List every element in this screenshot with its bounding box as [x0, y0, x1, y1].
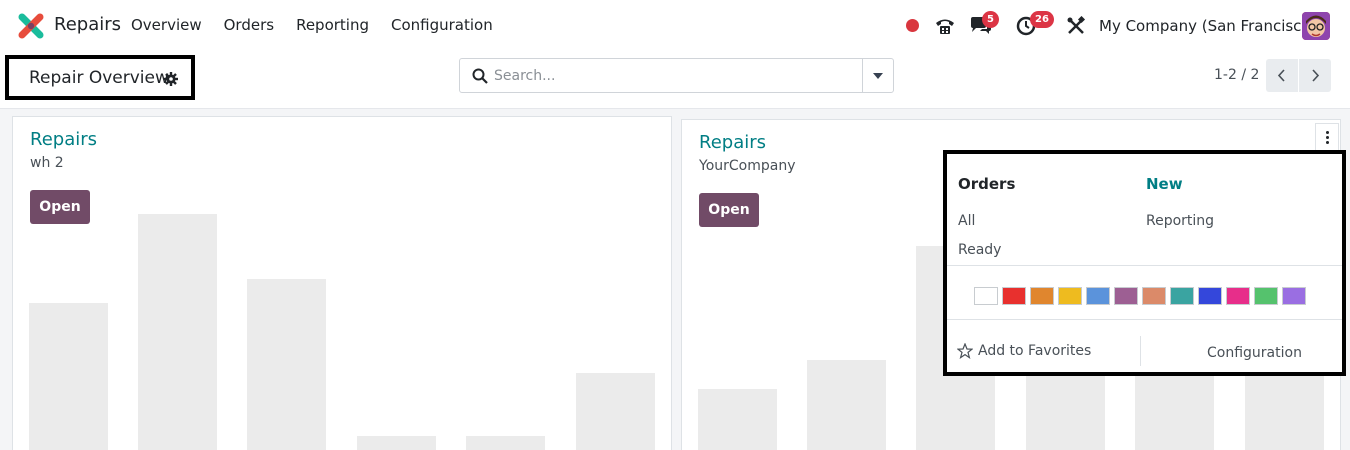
graph-bar — [29, 303, 108, 450]
color-swatch-0[interactable] — [974, 287, 998, 305]
color-swatch-2[interactable] — [1030, 287, 1054, 305]
color-swatch-7[interactable] — [1170, 287, 1194, 305]
card-title[interactable]: Repairs — [30, 129, 97, 150]
graph-bar — [138, 214, 217, 450]
chevron-left-icon — [1277, 69, 1285, 82]
color-swatch-9[interactable] — [1226, 287, 1250, 305]
menu-item-orders[interactable]: Orders — [224, 16, 274, 34]
color-picker — [974, 287, 1306, 305]
search-input[interactable] — [494, 59, 854, 92]
configuration-link[interactable]: Configuration — [1207, 345, 1302, 361]
reporting-link[interactable]: Reporting — [1146, 213, 1214, 229]
card-dropdown-menu: Orders New All Ready Reporting Add to Fa… — [943, 150, 1346, 376]
open-button[interactable]: Open — [699, 193, 759, 227]
graph-bar — [576, 372, 655, 450]
card-menu-button[interactable] — [1315, 123, 1339, 151]
repairs-app-logo[interactable] — [18, 13, 44, 39]
card-subtitle: wh 2 — [30, 155, 64, 171]
graph-bar — [698, 388, 777, 450]
color-swatch-5[interactable] — [1114, 287, 1138, 305]
search-options-toggle[interactable] — [862, 59, 893, 92]
divider — [1140, 336, 1141, 366]
divider — [947, 265, 1342, 266]
card-title[interactable]: Repairs — [699, 132, 766, 153]
graph-bar — [466, 435, 545, 450]
favorites-label: Add to Favorites — [978, 343, 1092, 359]
color-swatch-8[interactable] — [1198, 287, 1222, 305]
graph-bar — [357, 435, 436, 450]
menu-item-overview[interactable]: Overview — [131, 16, 202, 34]
orders-all-link[interactable]: All — [958, 213, 975, 229]
breadcrumb-title-box: Repair Overview — [5, 55, 195, 100]
chevron-right-icon — [1312, 69, 1320, 82]
color-swatch-1[interactable] — [1002, 287, 1026, 305]
activity-count-badge: 26 — [1030, 11, 1054, 28]
graph-bar — [807, 359, 886, 450]
user-avatar[interactable] — [1302, 12, 1330, 40]
color-swatch-4[interactable] — [1086, 287, 1110, 305]
divider — [947, 319, 1342, 320]
top-navbar: Repairs Overview Orders Reporting Config… — [0, 0, 1350, 52]
search-icon — [472, 68, 488, 84]
pager-next-button[interactable] — [1299, 59, 1331, 92]
pager-previous-button[interactable] — [1266, 59, 1298, 92]
color-swatch-6[interactable] — [1142, 287, 1166, 305]
color-swatch-11[interactable] — [1282, 287, 1306, 305]
color-swatch-3[interactable] — [1058, 287, 1082, 305]
gear-icon[interactable] — [164, 72, 178, 86]
page-title: Repair Overview — [29, 68, 169, 88]
open-button[interactable]: Open — [30, 190, 90, 224]
pager-value[interactable]: 1-2 / 2 — [1214, 67, 1259, 83]
repair-type-card: Repairs wh 2 Open — [12, 116, 672, 450]
graph-bar — [247, 278, 326, 450]
tools-icon[interactable] — [1066, 16, 1086, 36]
main-menu: Overview Orders Reporting Configuration — [131, 16, 493, 34]
phone-icon[interactable] — [934, 15, 956, 37]
chat-count-badge: 5 — [982, 11, 999, 28]
menu-item-configuration[interactable]: Configuration — [391, 16, 493, 34]
menu-item-reporting[interactable]: Reporting — [296, 16, 369, 34]
color-swatch-10[interactable] — [1254, 287, 1278, 305]
orders-ready-link[interactable]: Ready — [958, 242, 1001, 258]
status-dot-icon[interactable] — [906, 19, 919, 32]
star-icon — [957, 343, 973, 359]
add-to-favorites-button[interactable]: Add to Favorites — [957, 343, 1091, 359]
card-subtitle: YourCompany — [699, 158, 796, 174]
orders-section-title: Orders — [958, 175, 1016, 193]
app-name[interactable]: Repairs — [54, 14, 121, 35]
new-section-title[interactable]: New — [1146, 175, 1183, 193]
company-switcher[interactable]: My Company (San Francisco) — [1099, 17, 1316, 35]
search-bar — [459, 58, 894, 93]
